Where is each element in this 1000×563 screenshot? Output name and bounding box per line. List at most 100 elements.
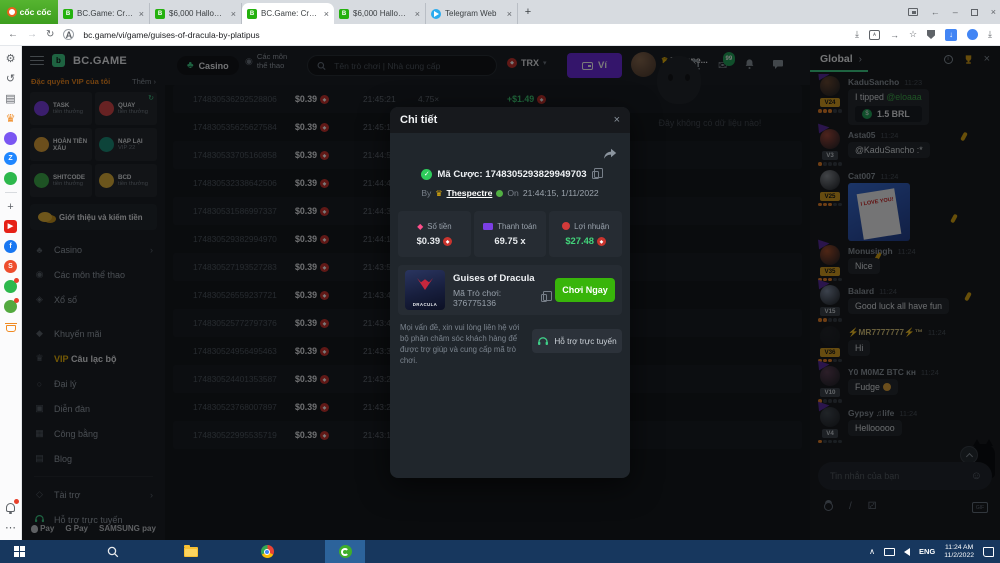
stat-card: Lợi nhuận $27.48◆ (549, 211, 622, 257)
verified-icon: ✓ (421, 169, 432, 180)
close-window-button[interactable]: × (991, 7, 996, 17)
system-tray: ∧ ENG 11:24 AM11/2/2022 (869, 540, 1000, 563)
more-icon[interactable]: ⋯ (4, 521, 17, 534)
game-id-value: 376775136 (453, 298, 496, 308)
bet-id-value: 1748305293829949703 (485, 169, 586, 180)
game-id-row: Mã Trò chơi: 376775136 (453, 288, 547, 308)
stat-value: $27.48◆ (565, 235, 606, 247)
chrome-button[interactable] (252, 540, 282, 563)
thumbnail-caption: DRACULA (405, 302, 445, 307)
bookmark-star-icon[interactable]: ☆ (909, 29, 917, 40)
shop-icon[interactable]: S (4, 260, 17, 273)
browser-addressbar: ← → ↻ A bc.game/vi/game/guises-of-dracul… (0, 24, 1000, 46)
language-indicator[interactable]: ENG (919, 547, 935, 556)
cart-icon[interactable] (4, 320, 17, 333)
profit-icon (562, 222, 570, 230)
facebook-icon[interactable]: f (4, 240, 17, 253)
game-thumbnail[interactable]: DRACULA (405, 270, 445, 310)
youtube-icon[interactable]: ▶ (4, 220, 17, 233)
on-label: On (507, 188, 518, 198)
tab-close-icon[interactable]: × (324, 9, 329, 19)
live-support-button[interactable]: Hỗ trợ trực tuyến (532, 329, 622, 353)
games-icon[interactable] (4, 172, 17, 185)
frog-emoji-icon (496, 190, 503, 197)
url-text[interactable]: bc.game/vi/game/guises-of-dracula-by-pla… (83, 30, 846, 40)
notification-bell-icon (6, 503, 15, 512)
share-page-icon[interactable]: → (890, 30, 899, 40)
browser-tab[interactable]: B BC.Game: Crypto Casino Gan × (242, 3, 334, 24)
session-restore-icon[interactable]: ← (931, 7, 940, 17)
bet-datetime: 21:44:15, 1/11/2022 (523, 188, 599, 198)
forward-button[interactable]: → (27, 29, 37, 40)
player-link[interactable]: Thespectre (447, 188, 493, 198)
tab-close-icon[interactable]: × (139, 9, 144, 19)
play-now-button[interactable]: Chơi Ngay (555, 278, 615, 302)
speaker-icon[interactable] (904, 548, 910, 556)
bcgame-favicon: B (247, 9, 257, 19)
stat-card: Thanh toán69.75 x (474, 211, 547, 257)
tab-title: BC.Game: Crypto Casino Gan (261, 9, 320, 18)
crown-rewards-icon[interactable]: ♛ (4, 112, 17, 125)
reading-list-icon[interactable]: ▤ (4, 92, 17, 105)
coccoc-taskbar-button[interactable] (325, 540, 365, 563)
save-page-icon[interactable]: ⤓ (855, 29, 859, 40)
clock[interactable]: 11:24 AM11/2/2022 (944, 544, 974, 560)
profile-avatar-icon[interactable] (967, 29, 978, 40)
downloads-tray-icon[interactable]: ⤓ (988, 29, 992, 40)
copy-game-id-icon[interactable] (541, 294, 547, 302)
settings-icon[interactable]: ⚙ (4, 52, 17, 65)
new-tab-button[interactable]: + (518, 6, 538, 18)
pip-icon[interactable] (908, 8, 918, 16)
maximize-button[interactable] (971, 9, 978, 16)
screen: cốc cốc BBC.Game: Crypto Casino Gan×B$6,… (0, 0, 1000, 563)
browser-tab[interactable]: B$6,000 Halloween Slot Battle× (334, 3, 426, 24)
trx-coin-icon: ◆ (597, 237, 606, 246)
stat-label: Số tiền (427, 222, 451, 231)
notification-bell-icon[interactable] (4, 501, 17, 514)
history-icon[interactable]: ↺ (4, 72, 17, 85)
farm-icon[interactable] (4, 300, 17, 313)
share-icon[interactable] (603, 147, 617, 165)
tray-expand-icon[interactable]: ∧ (869, 547, 875, 556)
minimize-button[interactable]: – (953, 7, 958, 17)
browser-tabstrip: cốc cốc BBC.Game: Crypto Casino Gan×B$6,… (0, 0, 1000, 24)
windows-taskbar: ∧ ENG 11:24 AM11/2/2022 (0, 540, 1000, 563)
back-button[interactable]: ← (8, 29, 18, 40)
adblock-shield-icon[interactable] (927, 30, 935, 39)
file-explorer-button[interactable] (176, 540, 206, 563)
tab-close-icon[interactable]: × (507, 9, 512, 19)
copy-bet-id-icon[interactable] (592, 171, 599, 179)
stat-label-row: Thanh toán (483, 222, 536, 231)
browser-tab[interactable]: B$6,000 Halloween Slot Battle× (150, 3, 242, 24)
support-note: Mọi vấn đề, xin vui lòng liên hệ với bộ … (400, 323, 524, 367)
network-icon[interactable] (884, 548, 895, 556)
stat-card: ◆Số tiền$0.39◆ (398, 211, 471, 257)
taskbar-search-button[interactable] (98, 540, 128, 563)
stat-label-row: Lợi nhuận (562, 222, 609, 231)
gift-icon[interactable] (4, 280, 17, 293)
bcgame-favicon: B (339, 9, 349, 19)
headset-icon (537, 336, 549, 346)
browser-tab[interactable]: Telegram Web× (426, 3, 518, 24)
cart-icon (6, 325, 16, 332)
downloader-icon[interactable]: ↓ (945, 29, 957, 41)
close-modal-button[interactable]: × (614, 114, 620, 126)
action-center-icon[interactable] (983, 547, 994, 557)
support-note-row: Mọi vấn đề, xin vui lòng liên hệ với bộ … (400, 323, 622, 367)
coccoc-menu-button[interactable]: cốc cốc (0, 0, 58, 24)
tab-close-icon[interactable]: × (415, 9, 420, 19)
zalo-icon[interactable]: Z (4, 152, 17, 165)
gem-icon: ◆ (417, 222, 423, 231)
start-button[interactable] (4, 540, 34, 563)
tab-close-icon[interactable]: × (231, 9, 236, 19)
add-icon[interactable]: + (4, 200, 17, 213)
coccoc-logo-icon (7, 7, 17, 17)
site-info-icon[interactable]: A (63, 29, 74, 40)
tab-title: $6,000 Halloween Slot Battle (169, 9, 227, 18)
game-title: Guises of Dracula (453, 273, 547, 284)
messenger-icon[interactable] (4, 132, 17, 145)
stat-label: Lợi nhuận (574, 222, 609, 231)
browser-tab[interactable]: BBC.Game: Crypto Casino Gan× (58, 3, 150, 24)
translate-icon[interactable]: ᴀ (869, 30, 880, 40)
reload-button[interactable]: ↻ (46, 29, 54, 40)
